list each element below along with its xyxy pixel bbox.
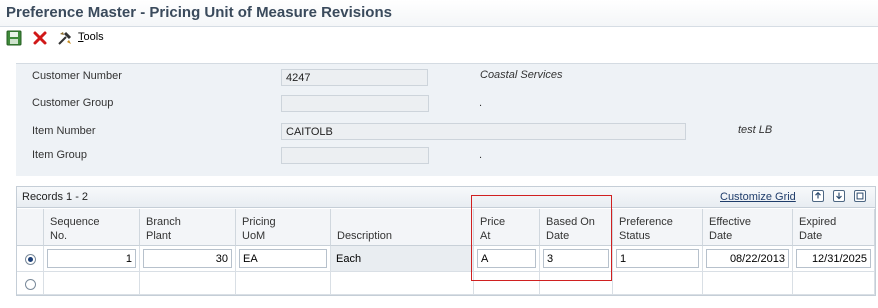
- table-cell: A: [474, 246, 540, 272]
- customize-grid-link[interactable]: Customize Grid: [720, 191, 796, 203]
- table-cell[interactable]: [793, 272, 875, 295]
- branch-plant-input[interactable]: 30: [143, 249, 232, 268]
- column-header-preference-status[interactable]: Preference Status: [613, 209, 703, 246]
- preference-status-input[interactable]: 1: [616, 249, 699, 268]
- customer-group-label: Customer Group: [32, 97, 114, 109]
- customer-group-description: .: [479, 97, 483, 109]
- header-line-1: Based On: [546, 216, 595, 228]
- header-line-1: Sequence: [50, 216, 100, 228]
- table-cell: [331, 272, 474, 295]
- table-cell[interactable]: [540, 272, 613, 295]
- row-select-cell: [17, 246, 44, 272]
- grid-toolbar: Records 1 - 2 Customize Grid: [17, 187, 875, 208]
- row-select-radio[interactable]: [25, 254, 36, 265]
- header-line-1: Price: [480, 216, 506, 228]
- header-line-1: Pricing: [242, 216, 276, 228]
- table-cell: 1: [44, 246, 140, 272]
- table-cell: 30: [140, 246, 236, 272]
- sequence-input[interactable]: 1: [47, 249, 136, 268]
- column-header-price-at[interactable]: Price At: [474, 209, 540, 246]
- item-description: test LB: [738, 124, 773, 136]
- header-line-1: [337, 215, 468, 229]
- column-header-branch-plant[interactable]: Branch Plant: [140, 209, 236, 246]
- header-line-1: Expired: [799, 216, 837, 228]
- price-at-input[interactable]: A: [477, 249, 536, 268]
- table-cell: 12/31/2025: [793, 246, 875, 272]
- column-header-description[interactable]: Description: [331, 209, 474, 246]
- toolbar: Tools: [0, 27, 878, 49]
- item-group-field[interactable]: [281, 147, 429, 164]
- table-cell: Each: [331, 246, 474, 272]
- save-icon[interactable]: [6, 30, 22, 46]
- table-cell[interactable]: [703, 272, 793, 295]
- records-grid: Records 1 - 2 Customize Grid Sequence No.…: [16, 186, 876, 296]
- header-line-1: Effective: [709, 216, 751, 228]
- item-group-description: .: [479, 149, 483, 161]
- tools-icon[interactable]: [57, 30, 73, 46]
- customer-name-description: Coastal Services: [480, 69, 563, 81]
- effective-date-input[interactable]: 08/22/2013: [706, 249, 789, 268]
- cancel-icon[interactable]: [32, 30, 48, 46]
- header-line-2: Date: [709, 230, 733, 242]
- item-group-label: Item Group: [32, 149, 88, 161]
- column-header-effective-date[interactable]: Effective Date: [703, 209, 793, 246]
- pricing-uom-input[interactable]: EA: [239, 249, 327, 268]
- column-header-based-on-date[interactable]: Based On Date: [540, 209, 613, 246]
- table-cell: 08/22/2013: [703, 246, 793, 272]
- maximize-grid-icon[interactable]: [854, 190, 866, 202]
- tools-label: ools: [83, 31, 104, 43]
- header-line-2: At: [480, 230, 491, 242]
- header-line-2: UoM: [242, 230, 266, 242]
- header-line-2: Date: [546, 230, 570, 242]
- export-icon[interactable]: [812, 190, 824, 202]
- table-cell[interactable]: [474, 272, 540, 295]
- header-panel: Customer Number 4247 Coastal Services Cu…: [16, 63, 878, 176]
- page-title: Preference Master - Pricing Unit of Meas…: [6, 4, 392, 21]
- customer-number-label: Customer Number: [32, 70, 122, 82]
- table-cell[interactable]: [140, 272, 236, 295]
- column-header-pricing-uom[interactable]: Pricing UoM: [236, 209, 331, 246]
- header-line-1: Branch: [146, 216, 181, 228]
- table-cell[interactable]: [613, 272, 703, 295]
- grid-select-header: [17, 209, 44, 246]
- item-number-field[interactable]: CAITOLB: [281, 123, 686, 140]
- item-number-label: Item Number: [32, 125, 96, 137]
- header-line-1: Preference: [619, 216, 673, 228]
- table-cell: 3: [540, 246, 613, 272]
- row-select-cell: [17, 272, 44, 295]
- title-bar: Preference Master - Pricing Unit of Meas…: [0, 0, 878, 27]
- column-header-sequence[interactable]: Sequence No.: [44, 209, 140, 246]
- based-on-date-input[interactable]: 3: [543, 249, 609, 268]
- header-line-2: Date: [799, 230, 823, 242]
- header-line-2: Description: [337, 230, 393, 242]
- table-cell[interactable]: [236, 272, 331, 295]
- table-cell[interactable]: [44, 272, 140, 295]
- description-value: Each: [336, 253, 362, 265]
- row-select-radio[interactable]: [25, 279, 36, 290]
- import-icon[interactable]: [833, 190, 845, 202]
- column-header-expired-date[interactable]: Expired Date: [793, 209, 875, 246]
- expired-date-input[interactable]: 12/31/2025: [796, 249, 871, 268]
- records-count: Records 1 - 2: [22, 191, 89, 203]
- header-line-2: No.: [50, 230, 68, 242]
- table-cell: 1: [613, 246, 703, 272]
- tools-menu-button[interactable]: Tools: [78, 31, 104, 43]
- customer-group-field[interactable]: [281, 95, 429, 112]
- customer-number-field[interactable]: 4247: [281, 69, 428, 86]
- header-line-2: Plant: [146, 230, 172, 242]
- header-line-2: Status: [619, 230, 651, 242]
- table-cell: EA: [236, 246, 331, 272]
